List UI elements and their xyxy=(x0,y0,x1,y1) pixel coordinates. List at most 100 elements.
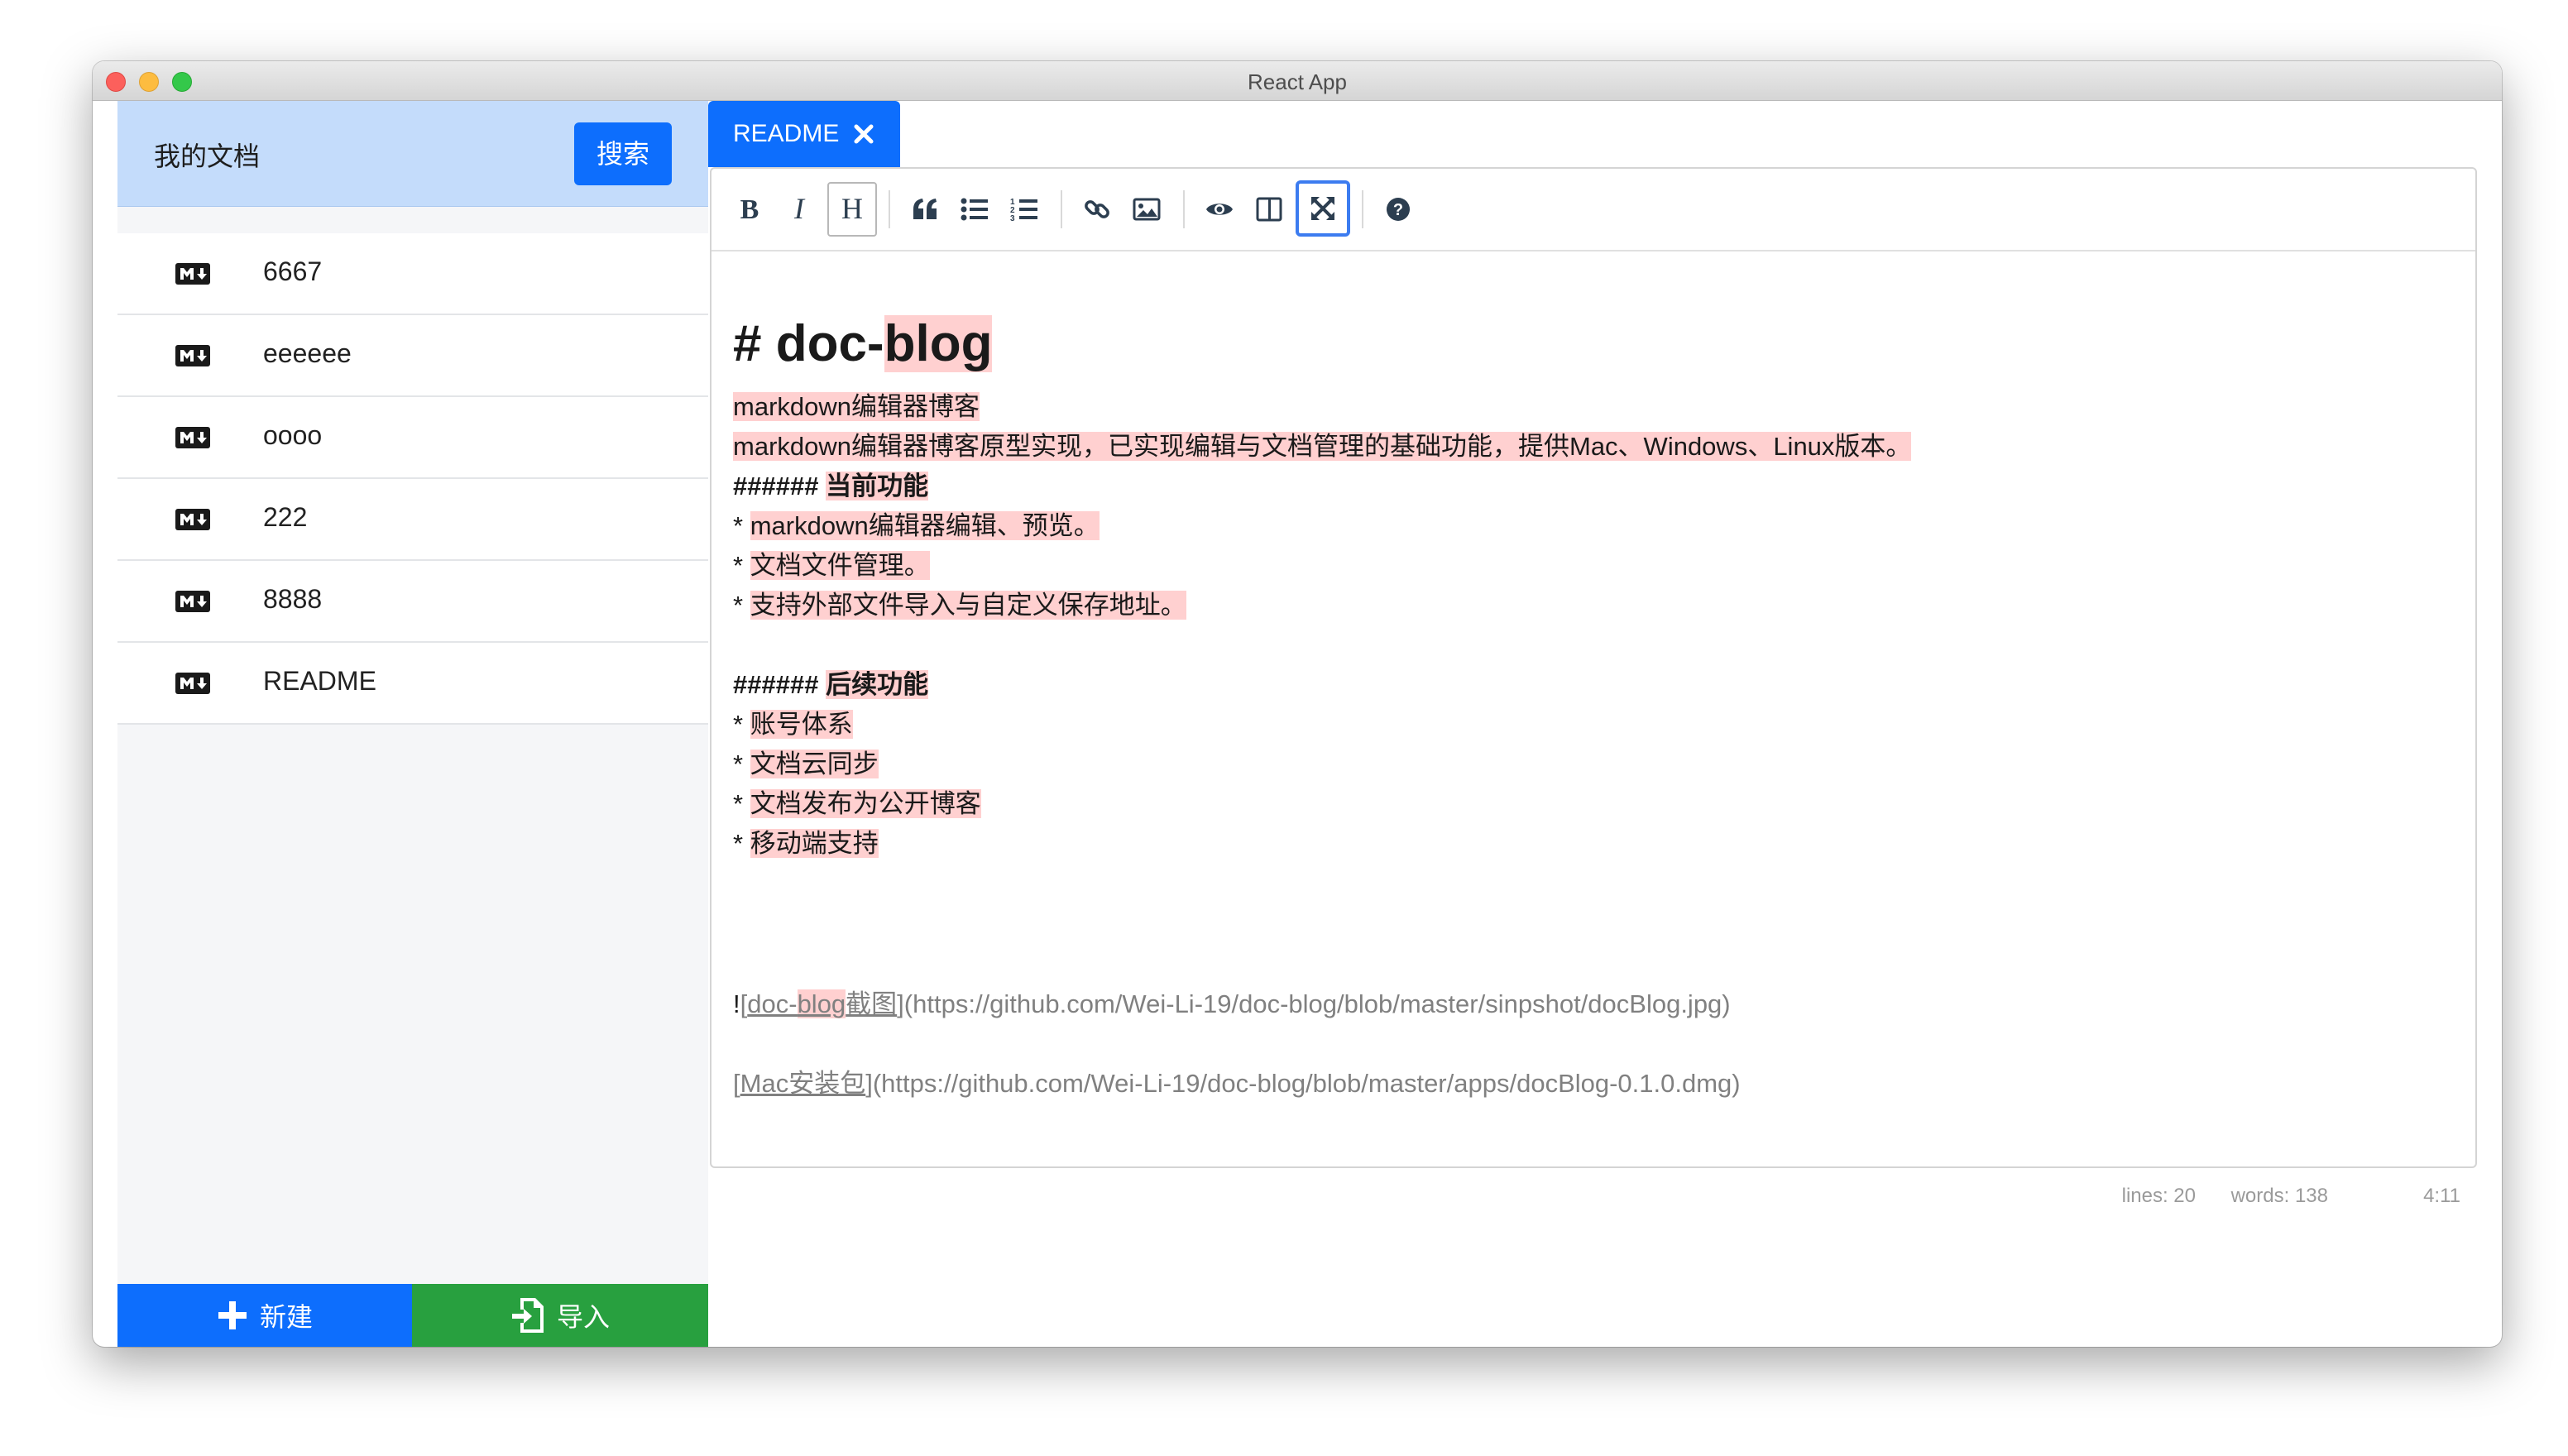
file-item[interactable]: oooo xyxy=(117,397,708,479)
list-item-text: 账号体系 xyxy=(750,710,853,739)
file-import-icon xyxy=(511,1298,544,1333)
h6-text: 当前功能 xyxy=(826,472,929,500)
markdown-icon xyxy=(175,673,210,694)
bullet: * xyxy=(733,511,744,540)
toolbar-separator xyxy=(1183,190,1185,228)
link-text: doc- xyxy=(747,989,798,1018)
file-name: README xyxy=(263,666,376,696)
link-url: (https://github.com/Wei-Li-19/doc-blog/b… xyxy=(903,989,1731,1018)
content-line: ###### 后续功能 xyxy=(733,663,929,701)
window-title: React App xyxy=(1248,69,1347,94)
list-item-text: markdown编辑器编辑、预览。 xyxy=(750,511,1100,540)
app-window: React App 我的文档 搜索 6667 eeeeee oooo 222 8… xyxy=(93,61,2502,1347)
list-item-text: 文档文件管理。 xyxy=(750,551,930,580)
side-by-side-icon xyxy=(1256,197,1282,222)
file-name: eeeeee xyxy=(263,338,352,368)
list-item-text: 支持外部文件导入与自定义保存地址。 xyxy=(750,591,1186,620)
link-button[interactable] xyxy=(1072,182,1122,237)
bullet: * xyxy=(733,551,744,580)
markdown-icon xyxy=(175,427,210,448)
link-url: (https://github.com/Wei-Li-19/doc-blog/b… xyxy=(872,1069,1741,1098)
image-bang: ! xyxy=(733,989,740,1018)
bold-icon: B xyxy=(740,194,759,224)
close-icon[interactable] xyxy=(854,124,874,144)
list-item: * 文档云同步 xyxy=(733,743,879,780)
image-link-line: ![doc-blog截图](https://github.com/Wei-Li-… xyxy=(733,989,1731,1018)
toolbar-separator xyxy=(1362,190,1363,228)
content-line: markdown编辑器博客 xyxy=(733,386,980,423)
quote-button[interactable] xyxy=(900,182,950,237)
new-file-button[interactable]: 新建 xyxy=(117,1284,412,1347)
italic-button[interactable]: I xyxy=(774,182,824,237)
list-item-text: 移动端支持 xyxy=(750,829,879,858)
h6-prefix: ###### xyxy=(733,670,819,699)
preview-button[interactable] xyxy=(1195,182,1244,237)
list-item: * 账号体系 xyxy=(733,703,853,740)
svg-text:3: 3 xyxy=(1010,214,1015,222)
fullscreen-button[interactable] xyxy=(1296,180,1350,237)
bullet: * xyxy=(733,591,744,620)
markdown-icon xyxy=(175,345,210,366)
image-icon xyxy=(1133,198,1161,221)
toolbar-separator xyxy=(1061,190,1062,228)
mac-link-line: [Mac安装包](https://github.com/Wei-Li-19/do… xyxy=(733,1069,1741,1098)
heading-prefix: # doc- xyxy=(733,315,884,372)
markdown-icon xyxy=(175,263,210,285)
markdown-editor[interactable]: B I H 123 ? # doc-blog markdown编辑器博客 mar… xyxy=(710,167,2477,1168)
heading-line: # doc-blog xyxy=(733,314,993,373)
file-item[interactable]: README xyxy=(117,643,708,725)
search-button[interactable]: 搜索 xyxy=(574,122,672,185)
side-by-side-button[interactable] xyxy=(1244,182,1294,237)
tab-readme[interactable]: README xyxy=(708,101,900,167)
toolbar-separator xyxy=(889,190,890,228)
h6-text: 后续功能 xyxy=(826,670,929,699)
file-item[interactable]: 222 xyxy=(117,479,708,561)
list-item: * 移动端支持 xyxy=(733,822,879,860)
title-bar: React App xyxy=(93,61,2502,101)
heading-button[interactable]: H xyxy=(827,182,877,237)
heading-icon: H xyxy=(841,194,863,224)
svg-text:I: I xyxy=(793,194,806,224)
preview-icon xyxy=(1206,204,1233,215)
svg-text:?: ? xyxy=(1393,201,1403,219)
bullet: * xyxy=(733,710,744,739)
fullscreen-icon xyxy=(1311,197,1334,220)
list-item-text: 文档云同步 xyxy=(750,750,879,778)
link-text: Mac安装包 xyxy=(740,1069,866,1098)
svg-text:B: B xyxy=(740,194,759,224)
file-name: 6667 xyxy=(263,256,323,286)
image-button[interactable] xyxy=(1122,182,1171,237)
sidebar-title: 我的文档 xyxy=(154,141,261,172)
markdown-icon xyxy=(175,509,210,530)
tab-label: README xyxy=(733,120,840,147)
file-name: 8888 xyxy=(263,584,323,614)
bullet: * xyxy=(733,829,744,858)
file-item[interactable]: eeeeee xyxy=(117,315,708,397)
file-list: 6667 eeeeee oooo 222 8888 README xyxy=(117,233,708,725)
bullet: * xyxy=(733,750,744,778)
content-line: markdown编辑器博客原型实现，已实现编辑与文档管理的基础功能，提供Mac、… xyxy=(733,425,1912,462)
editor-toolbar: B I H 123 ? xyxy=(711,169,2475,251)
bold-button[interactable]: B xyxy=(725,182,774,237)
list-item: * 文档文件管理。 xyxy=(733,544,930,582)
list-item: * markdown编辑器编辑、预览。 xyxy=(733,505,1100,542)
text-span: markdown编辑器博客 xyxy=(733,392,980,421)
status-words: words: 138 xyxy=(2230,1185,2328,1207)
file-item[interactable]: 6667 xyxy=(117,233,708,315)
file-item[interactable]: 8888 xyxy=(117,561,708,643)
status-lines: lines: 20 xyxy=(2121,1185,2196,1207)
ordered-list-button[interactable]: 123 xyxy=(999,182,1049,237)
file-name: 222 xyxy=(263,502,308,532)
content-line: ###### 当前功能 xyxy=(733,465,929,502)
unordered-list-button[interactable] xyxy=(950,182,999,237)
plus-icon xyxy=(218,1301,247,1329)
import-file-button[interactable]: 导入 xyxy=(412,1284,708,1347)
unordered-list-icon xyxy=(961,198,988,221)
quote-icon xyxy=(913,199,937,219)
list-item: * 文档发布为公开博客 xyxy=(733,783,981,820)
ordered-list-icon: 123 xyxy=(1010,198,1037,222)
sidebar-header: 我的文档 搜索 xyxy=(117,101,708,207)
h6-prefix: ###### xyxy=(733,472,819,500)
markdown-icon xyxy=(175,591,210,612)
guide-button[interactable]: ? xyxy=(1373,182,1423,237)
